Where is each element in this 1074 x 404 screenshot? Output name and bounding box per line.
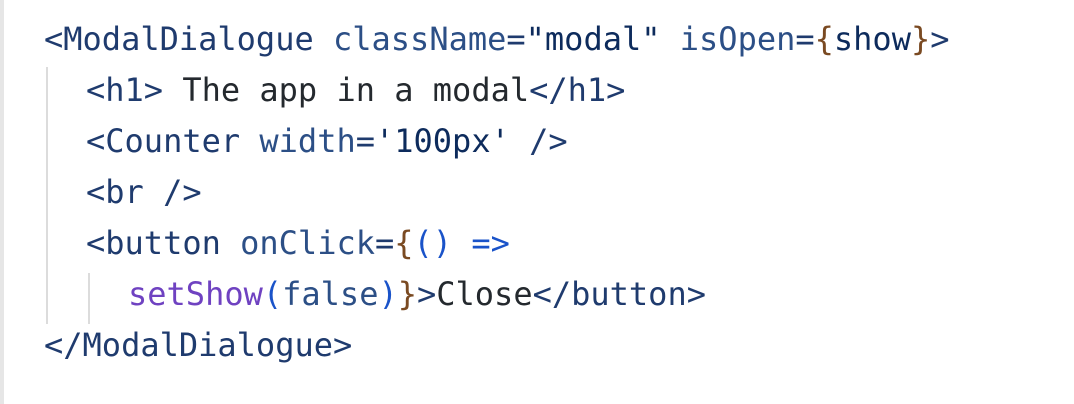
code-token: <h1> [86, 71, 164, 109]
code-token: = [374, 224, 395, 262]
code-token: Close [436, 275, 533, 313]
code-token: onClick [240, 224, 375, 262]
code-token: setShow [128, 275, 263, 313]
code-token: /> [509, 122, 568, 160]
code-token: <button [86, 224, 221, 262]
code-token: } [397, 275, 417, 313]
code-token: The app in a modal [163, 71, 530, 109]
code-token: ( [262, 275, 283, 313]
code-token: <Counter [86, 122, 241, 160]
code-token: '100px' [374, 122, 510, 160]
code-token: <ModalDialogue [44, 20, 314, 58]
code-token: </h1> [529, 71, 626, 109]
code-token: > [930, 20, 950, 58]
code-line: <br /> [44, 167, 949, 218]
code-content: <ModalDialogue className="modal" isOpen=… [44, 14, 949, 371]
code-token: ) [378, 275, 398, 313]
code-line: </ModalDialogue> [44, 320, 949, 371]
code-token: => [471, 224, 510, 262]
code-line: <button onClick={() => [44, 218, 949, 269]
code-token: false [282, 275, 379, 313]
code-token: = [795, 20, 815, 58]
code-block: <ModalDialogue className="modal" isOpen=… [0, 0, 1074, 404]
code-token: "modal" [525, 20, 661, 58]
code-token: </ModalDialogue> [44, 326, 353, 364]
code-token: { [814, 20, 834, 58]
code-line: setShow(false)}>Close</button> [44, 269, 949, 320]
code-line: <Counter width='100px' /> [44, 116, 949, 167]
code-token: () [413, 224, 453, 262]
code-token: width [259, 122, 356, 160]
code-token: show [833, 20, 911, 58]
code-token: = [355, 122, 375, 160]
code-token: > [416, 275, 437, 313]
code-token: </button> [532, 275, 706, 313]
code-token: } [910, 20, 931, 58]
code-token: = [506, 20, 526, 58]
code-token: className [332, 20, 507, 58]
code-line: <ModalDialogue className="modal" isOpen=… [44, 14, 949, 65]
code-token: isOpen [679, 20, 796, 58]
code-line: <h1> The app in a modal</h1> [44, 65, 949, 116]
code-token: <br /> [86, 173, 202, 211]
code-token: { [394, 224, 414, 262]
